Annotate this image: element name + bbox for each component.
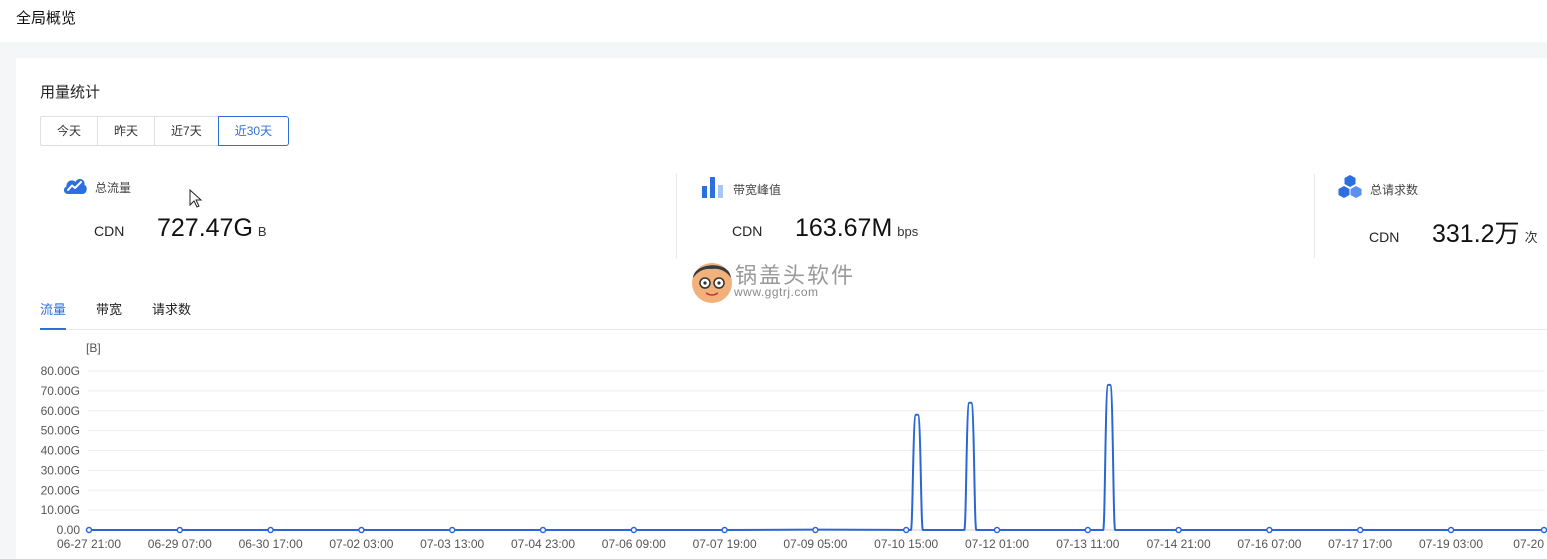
x-tick-label: 07-19 03:00 (1419, 537, 1483, 551)
series-point-marker (267, 526, 274, 534)
y-tick-label: 70.00G (41, 384, 80, 398)
x-tick-label: 07-04 23:00 (511, 537, 575, 551)
x-tick-label: 07-20 (1513, 537, 1544, 551)
x-tick-label: 07-07 19:00 (693, 537, 757, 551)
y-axis-unit-label: [B] (86, 341, 101, 355)
series-point-marker (1447, 526, 1455, 534)
series-point-marker (630, 526, 638, 534)
x-tick-label: 07-16 07:00 (1237, 537, 1301, 551)
x-tick-label: 07-09 05:00 (783, 537, 847, 551)
y-tick-label: 20.00G (41, 483, 80, 497)
series-point-marker (539, 526, 547, 534)
x-tick-label: 07-17 17:00 (1328, 537, 1392, 551)
series-point-marker (1540, 526, 1547, 534)
series-point-marker (721, 526, 728, 534)
x-tick-label: 07-06 09:00 (602, 537, 666, 551)
series-point-marker (1356, 526, 1364, 534)
series-point-marker (1266, 526, 1273, 534)
y-tick-label: 0.00 (57, 523, 81, 537)
x-tick-label: 07-14 21:00 (1147, 537, 1211, 551)
x-tick-label: 07-12 01:00 (965, 537, 1029, 551)
series-point-marker (448, 526, 456, 534)
range-30days-button[interactable]: 近30天 (217, 116, 290, 146)
series-point-marker (1084, 526, 1092, 534)
y-tick-label: 60.00G (41, 404, 80, 418)
x-tick-label: 07-03 13:00 (420, 537, 484, 551)
series-point-marker (812, 526, 819, 534)
x-tick-label: 06-27 21:00 (57, 537, 121, 551)
x-tick-label: 07-13 11:00 (1056, 537, 1119, 551)
y-tick-label: 40.00G (41, 444, 80, 458)
y-tick-label: 50.00G (41, 424, 80, 438)
traffic-line-chart: [B] 0.00 10.00G 20.00G 30.00G 40.00G 50.00G 60.… (41, 341, 1547, 551)
series-point-marker (1175, 526, 1182, 534)
y-tick-label: 10.00G (41, 503, 80, 517)
x-tick-label: 06-30 17:00 (239, 537, 303, 551)
series-point-marker (85, 526, 93, 534)
x-tick-label: 07-02 03:00 (329, 537, 393, 551)
x-tick-label: 06-29 07:00 (148, 537, 212, 551)
series-point-marker (993, 526, 1001, 534)
series-point-marker (358, 526, 365, 534)
traffic-series-line (89, 383, 1544, 531)
series-point-marker (176, 526, 184, 534)
y-tick-label: 30.00G (41, 463, 80, 477)
y-tick-label: 80.00G (41, 364, 80, 378)
series-point-marker (902, 526, 910, 534)
x-tick-label: 07-10 15:00 (874, 537, 938, 551)
